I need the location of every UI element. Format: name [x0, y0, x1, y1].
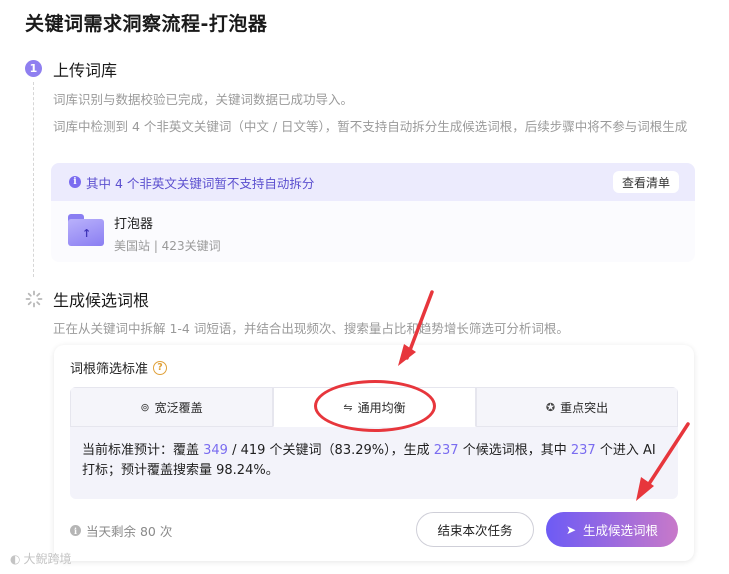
- step-1-warning-description: 词库中检测到 4 个非英文关键词（中文 / 日文等），暂不支持自动拆分生成候选词…: [53, 119, 688, 134]
- step-1-title: 上传词库: [53, 61, 118, 80]
- send-icon: ➤: [565, 522, 577, 537]
- root-criteria-card: 词根筛选标准 ? ⊚ 宽泛覆盖 ⇋ 通用均衡 ✪ 重点突出 当前标准预计：覆盖 …: [54, 345, 694, 561]
- daily-quota: i 当天剩余 80 次: [70, 521, 172, 540]
- help-icon[interactable]: ?: [153, 360, 168, 375]
- focus-star-icon: ✪: [545, 400, 556, 414]
- generated-count: 237: [433, 443, 459, 458]
- uploaded-file-row: ↑ 打泡器 美国站 | 423关键词: [68, 213, 221, 254]
- page-title: 关键词需求洞察流程-打泡器: [25, 13, 268, 35]
- quota-info-icon: i: [70, 525, 81, 536]
- step-connector-line: [33, 82, 34, 277]
- notice-text: 其中 4 个非英文关键词暂不支持自动拆分: [86, 175, 315, 191]
- estimate-stats: 当前标准预计：覆盖 349 / 419 个关键词（83.29%），生成 237 …: [82, 443, 656, 478]
- non-english-notice-bar: i 其中 4 个非英文关键词暂不支持自动拆分 查看清单: [51, 163, 695, 201]
- step-2-description: 正在从关键词中拆解 1-4 词短语，并结合出现频次、搜索量占比和趋势增长筛选可分…: [53, 321, 569, 336]
- file-name: 打泡器: [114, 217, 154, 232]
- step-2-title: 生成候选词根: [53, 291, 150, 310]
- watermark: ◐ 大鲵跨境: [10, 551, 72, 567]
- criteria-label: 词根筛选标准 ?: [70, 358, 168, 377]
- tab-broad-coverage[interactable]: ⊚ 宽泛覆盖: [70, 387, 273, 427]
- tab-focus[interactable]: ✪ 重点突出: [476, 387, 678, 427]
- ai-count: 237: [570, 443, 596, 458]
- generate-roots-button[interactable]: ➤ 生成候选词根: [546, 512, 678, 547]
- loading-spinner-icon: [25, 290, 43, 308]
- end-task-button[interactable]: 结束本次任务: [416, 512, 534, 547]
- watermark-logo-icon: ◐: [10, 551, 21, 566]
- upload-result-card: i 其中 4 个非英文关键词暂不支持自动拆分 查看清单 ↑ 打泡器 美国站 | …: [51, 163, 695, 262]
- folder-upload-icon: ↑: [68, 213, 104, 247]
- info-icon: i: [69, 176, 81, 188]
- broad-coverage-icon: ⊚: [140, 400, 150, 414]
- step-1-number-icon: 1: [25, 60, 42, 77]
- annotation-circle: [314, 380, 436, 432]
- step-1-description: 词库识别与数据校验已完成，关键词数据已成功导入。: [53, 92, 354, 107]
- file-meta: 美国站 | 423关键词: [114, 239, 221, 253]
- covered-count: 349: [203, 443, 228, 458]
- view-list-button[interactable]: 查看清单: [612, 171, 679, 193]
